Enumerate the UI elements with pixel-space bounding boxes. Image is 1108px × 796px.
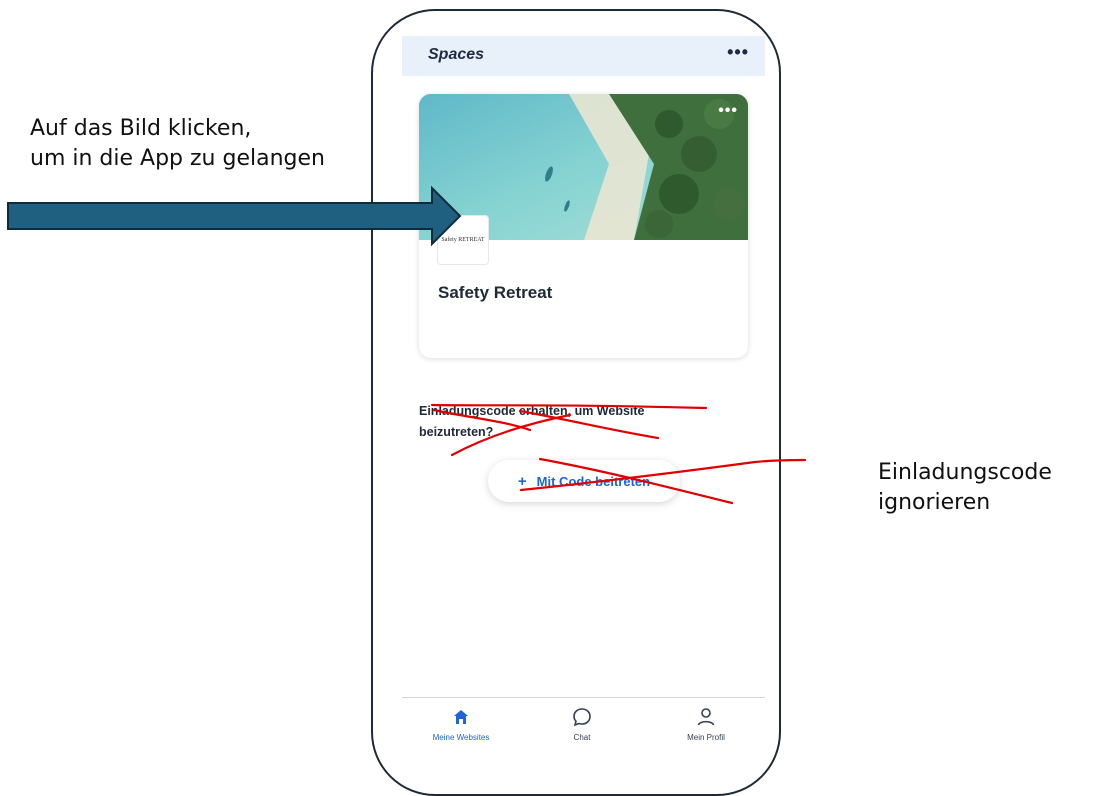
plus-icon: + bbox=[517, 472, 527, 490]
annotation-ignore-code: Einladungscode ignorieren bbox=[878, 458, 1052, 518]
invite-question: Einladungscode erhalten, um Website beiz… bbox=[419, 404, 645, 439]
site-logo: Safety RETREAT bbox=[437, 215, 489, 265]
site-card-safety-retreat[interactable]: ••• Safety RETREAT Safety Retreat bbox=[419, 94, 748, 358]
nav-label: Meine Websites bbox=[432, 733, 490, 742]
annotation-line: um in die App zu gelangen bbox=[30, 146, 325, 171]
nav-label: Chat bbox=[573, 733, 591, 742]
site-logo-text: Safety RETREAT bbox=[441, 237, 485, 243]
annotation-line: Auf das Bild klicken, bbox=[30, 116, 252, 141]
annotation-line: Einladungscode bbox=[878, 460, 1052, 485]
more-menu-icon[interactable]: ••• bbox=[727, 42, 749, 63]
annotation-click-image: Auf das Bild klicken, um in die App zu g… bbox=[30, 114, 325, 174]
page-title: Spaces bbox=[428, 46, 485, 63]
join-with-code-label: Mit Code beitreten bbox=[536, 473, 651, 489]
nav-label: Mein Profil bbox=[687, 733, 725, 742]
site-title: Safety Retreat bbox=[438, 283, 553, 302]
join-with-code-button[interactable]: + Mit Code beitreten bbox=[488, 460, 680, 502]
chat-bubble-icon bbox=[532, 705, 632, 729]
nav-item-my-profile[interactable]: Mein Profil bbox=[656, 705, 756, 742]
annotation-line: ignorieren bbox=[878, 490, 991, 515]
phone-frame: Spaces ••• ••• Safety RETREAT Safety Ret… bbox=[371, 9, 781, 796]
home-icon bbox=[411, 705, 511, 729]
user-icon bbox=[656, 705, 756, 729]
nav-item-chat[interactable]: Chat bbox=[532, 705, 632, 742]
nav-item-my-websites[interactable]: Meine Websites bbox=[411, 705, 511, 742]
bottom-nav-divider bbox=[402, 697, 765, 698]
app-header: Spaces ••• bbox=[402, 36, 765, 76]
card-more-menu-icon[interactable]: ••• bbox=[718, 102, 738, 120]
